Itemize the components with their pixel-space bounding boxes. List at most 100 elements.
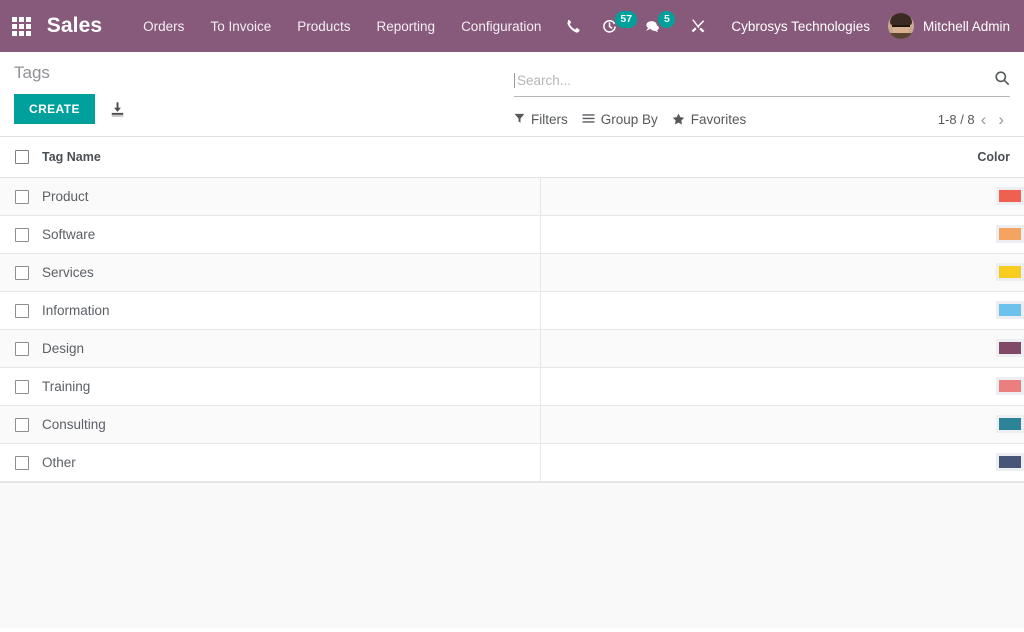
cell-tag-name[interactable]: Consulting	[42, 405, 540, 443]
favorites-label: Favorites	[690, 112, 747, 127]
cell-color	[952, 367, 1024, 405]
cell-color	[952, 443, 1024, 481]
breadcrumb[interactable]: Tags	[14, 52, 514, 84]
select-all-cell	[0, 137, 42, 177]
row-select-cell	[0, 443, 42, 481]
row-select-cell	[0, 405, 42, 443]
cell-spacer	[539, 405, 952, 443]
cell-spacer	[539, 443, 952, 481]
table-row[interactable]: Other	[0, 443, 1024, 481]
cell-tag-name[interactable]: Services	[42, 253, 540, 291]
cell-spacer	[539, 253, 952, 291]
search-view[interactable]	[514, 62, 1010, 97]
app-brand-sales[interactable]: Sales	[43, 14, 102, 38]
row-select-cell	[0, 291, 42, 329]
filters-label: Filters	[531, 112, 568, 127]
select-all-checkbox[interactable]	[15, 150, 29, 165]
favorites-star-icon	[672, 113, 685, 127]
table-row[interactable]: Information	[0, 291, 1024, 329]
cell-tag-name[interactable]: Product	[42, 177, 540, 215]
color-swatch[interactable]	[996, 225, 1024, 243]
search-options-row: Filters Group By Favorites 1-8 / 8 ‹ ›	[514, 110, 1010, 129]
row-checkbox[interactable]	[15, 417, 29, 432]
table-row[interactable]: Software	[0, 215, 1024, 253]
row-checkbox[interactable]	[15, 379, 29, 394]
avatar	[887, 13, 914, 39]
row-checkbox[interactable]	[15, 303, 29, 318]
cell-spacer	[539, 367, 952, 405]
cell-tag-name[interactable]: Design	[42, 329, 540, 367]
cell-color	[952, 177, 1024, 215]
row-checkbox[interactable]	[15, 455, 29, 470]
color-swatch[interactable]	[996, 339, 1024, 357]
column-header-tag-name[interactable]: Tag Name	[42, 137, 540, 177]
company-switcher[interactable]: Cybrosys Technologies	[717, 19, 882, 34]
group-by-dropdown[interactable]: Group By	[582, 110, 672, 129]
row-select-cell	[0, 177, 42, 215]
cell-spacer	[539, 291, 952, 329]
table-row[interactable]: Design	[0, 329, 1024, 367]
column-header-spacer	[540, 137, 952, 177]
color-swatch[interactable]	[996, 453, 1024, 471]
search-icon[interactable]	[988, 70, 1010, 91]
group-by-label: Group By	[600, 112, 658, 127]
color-swatch[interactable]	[996, 263, 1024, 281]
apps-menu-button[interactable]	[0, 0, 43, 52]
color-swatch[interactable]	[996, 187, 1024, 205]
cell-spacer	[539, 329, 952, 367]
table-empty-area	[0, 482, 1024, 628]
table-row[interactable]: Product	[0, 177, 1024, 215]
color-swatch[interactable]	[996, 301, 1024, 319]
cell-color	[952, 215, 1024, 253]
column-header-color[interactable]: Color	[952, 137, 1024, 177]
create-button[interactable]: CREATE	[14, 94, 95, 125]
table-row[interactable]: Consulting	[0, 405, 1024, 443]
color-swatch[interactable]	[996, 415, 1024, 433]
row-checkbox[interactable]	[15, 341, 29, 356]
filters-dropdown[interactable]: Filters	[514, 110, 582, 129]
filter-funnel-icon	[514, 113, 525, 126]
menu-item-products[interactable]: Products	[284, 11, 363, 42]
menu-item-to-invoice[interactable]: To Invoice	[197, 11, 284, 42]
pager: 1-8 / 8 ‹ ›	[938, 111, 1010, 128]
menu-item-orders[interactable]: Orders	[130, 11, 197, 42]
pager-previous-button[interactable]: ‹	[975, 111, 993, 128]
group-by-lines-icon	[582, 113, 595, 126]
cell-tag-name[interactable]: Information	[42, 291, 540, 329]
phone-icon[interactable]	[554, 0, 591, 52]
row-checkbox[interactable]	[15, 227, 29, 242]
cell-spacer	[539, 215, 952, 253]
favorites-dropdown[interactable]: Favorites	[672, 110, 761, 129]
import-download-icon[interactable]	[109, 101, 126, 118]
cell-tag-name[interactable]: Other	[42, 443, 540, 481]
color-swatch[interactable]	[996, 377, 1024, 395]
row-checkbox[interactable]	[15, 265, 29, 280]
row-select-cell	[0, 329, 42, 367]
main-menu: Orders To Invoice Products Reporting Con…	[130, 11, 554, 42]
cell-tag-name[interactable]: Software	[42, 215, 540, 253]
messages-chat-icon[interactable]: 5	[628, 0, 676, 52]
apps-grid-icon	[11, 16, 31, 36]
pager-count: 1-8 / 8	[937, 112, 975, 127]
menu-item-configuration[interactable]: Configuration	[448, 11, 554, 42]
table-body: Product Software Services Information Design…	[0, 177, 1024, 481]
menu-item-reporting[interactable]: Reporting	[364, 11, 449, 42]
navbar-systray: 57 5 Cybrosys Technologies Mitchell Admi…	[554, 0, 1010, 52]
user-name-label: Mitchell Admin	[922, 18, 1010, 34]
pager-next-button[interactable]: ›	[992, 111, 1010, 128]
table-row[interactable]: Training	[0, 367, 1024, 405]
cell-color	[952, 291, 1024, 329]
activity-clock-icon[interactable]: 57	[591, 0, 638, 52]
search-input[interactable]	[514, 73, 988, 88]
cell-color	[952, 405, 1024, 443]
cell-color	[952, 329, 1024, 367]
debug-tools-icon[interactable]	[672, 0, 717, 52]
list-view: Tag Name Color Product Software Services In…	[0, 137, 1024, 628]
row-checkbox[interactable]	[15, 189, 29, 204]
row-select-cell	[0, 253, 42, 291]
row-select-cell	[0, 215, 42, 253]
row-select-cell	[0, 367, 42, 405]
cell-tag-name[interactable]: Training	[42, 367, 540, 405]
table-row[interactable]: Services	[0, 253, 1024, 291]
user-menu[interactable]: Mitchell Admin	[882, 13, 1010, 39]
